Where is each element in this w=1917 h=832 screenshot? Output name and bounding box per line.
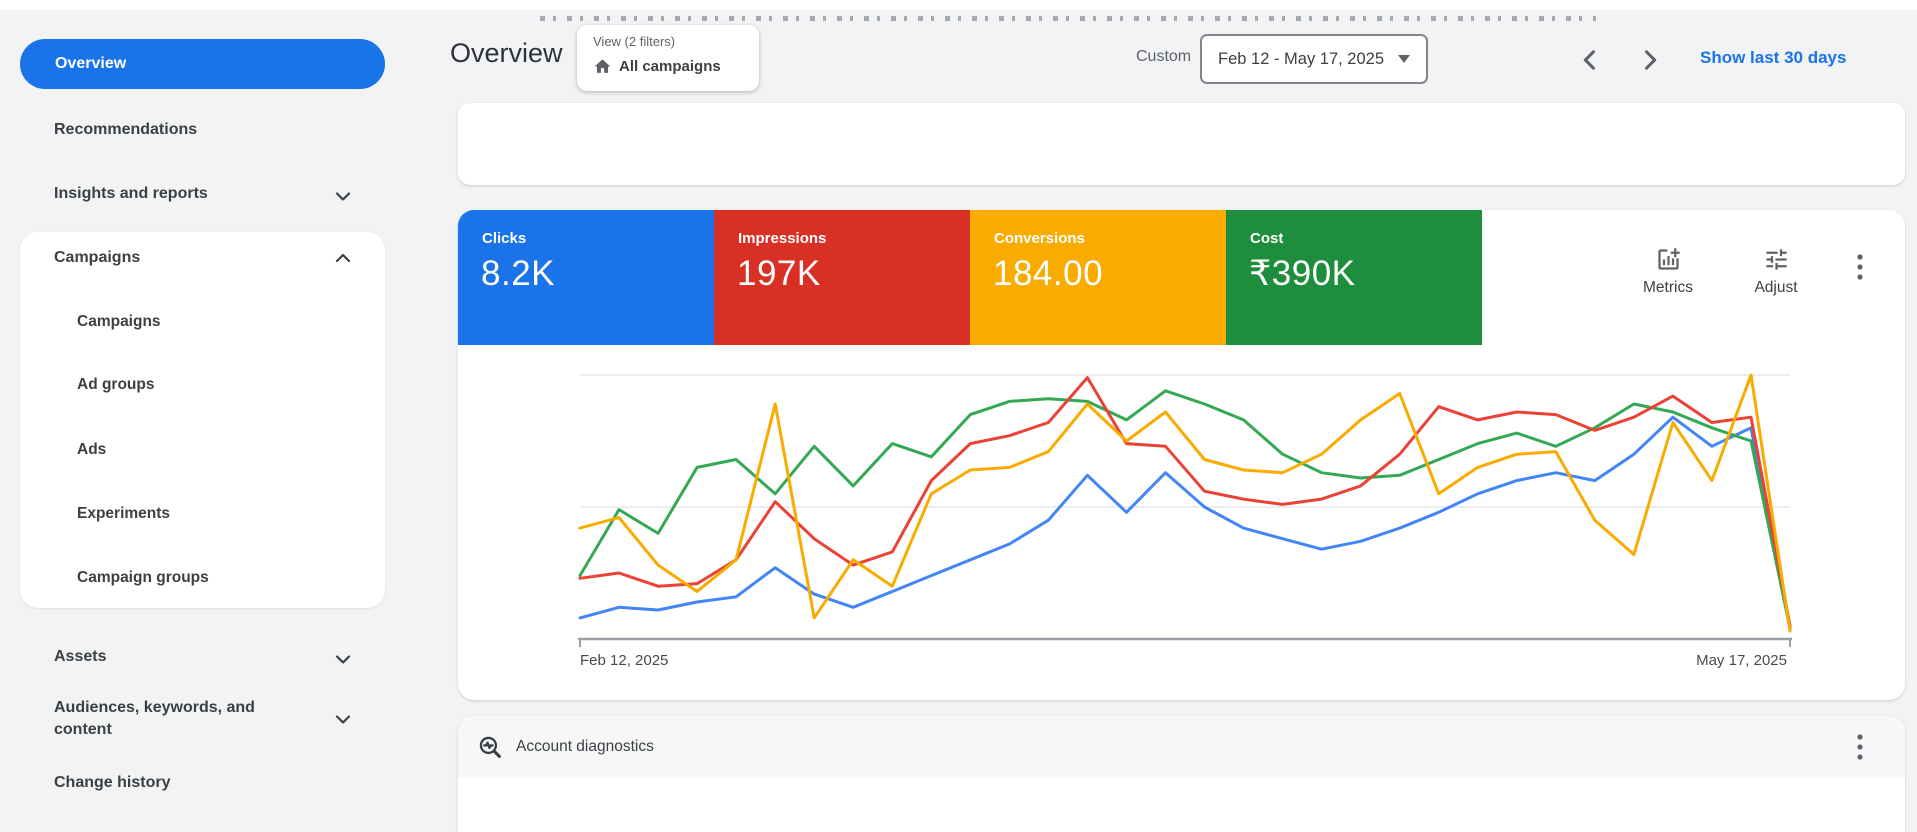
metric-tile-clicks[interactable]: Clicks 8.2K [458, 210, 714, 345]
previous-period-button[interactable] [1576, 46, 1604, 74]
view-filter-chip[interactable]: View (2 filters) All campaigns [577, 25, 759, 91]
tune-sliders-icon [1765, 249, 1787, 270]
google-ads-overview-page: Overview Recommendations Insights and re… [0, 0, 1917, 832]
chart-overflow-menu-button[interactable] [1848, 250, 1872, 284]
date-range-value: Feb 12 - May 17, 2025 [1218, 49, 1385, 68]
account-diagnostics-header[interactable]: Account diagnostics [458, 716, 1905, 778]
account-diagnostics-title: Account diagnostics [516, 738, 654, 755]
home-icon [594, 59, 611, 73]
page-title: Overview [450, 38, 563, 68]
sidebar-item-audiences-keywords-content[interactable]: Audiences, keywords, and content [54, 697, 266, 741]
metric-tile-impressions[interactable]: Impressions 197K [714, 210, 970, 345]
sidebar-item-assets[interactable]: Assets [54, 645, 106, 669]
dropdown-arrow-icon [1398, 55, 1410, 63]
view-filter-count: View (2 filters) [593, 34, 676, 49]
x-axis-start-label: Feb 12, 2025 [580, 652, 669, 669]
chevron-down-icon[interactable] [331, 707, 355, 731]
metrics-button[interactable]: Metrics [1626, 246, 1710, 297]
date-range-picker[interactable]: Feb 12 - May 17, 2025 [1200, 34, 1428, 84]
date-range-mode-label: Custom [1136, 48, 1192, 65]
sidebar-item-ads[interactable]: Ads [77, 438, 106, 462]
sidebar-item-campaigns-group[interactable]: Campaigns [54, 246, 140, 270]
performance-chart-card: Clicks 8.2K Impressions 197K Conversions… [458, 210, 1905, 700]
sidebar-item-experiments[interactable]: Experiments [77, 502, 170, 526]
sidebar-item-change-history[interactable]: Change history [54, 771, 170, 795]
metric-tile-conversions[interactable]: Conversions 184.00 [970, 210, 1226, 345]
x-axis-end-label: May 17, 2025 [1696, 652, 1787, 669]
diagnostics-overflow-menu-button[interactable] [1848, 730, 1872, 764]
sidebar-item-insights-and-reports[interactable]: Insights and reports [54, 182, 208, 206]
ai-feedback-bar: Google AI is experimental. Terms [458, 103, 1905, 263]
clipped-top-bar [0, 0, 1917, 10]
series-line-conversions [578, 373, 1792, 633]
chevron-down-icon[interactable] [331, 184, 355, 208]
sidebar-item-overview[interactable]: Overview [20, 39, 385, 89]
sidebar-item-label: Overview [55, 55, 127, 72]
chevron-down-icon[interactable] [331, 647, 355, 671]
account-diagnostics-card: Account diagnostics [458, 716, 1905, 832]
chevron-up-icon[interactable] [331, 246, 355, 270]
campaigns-nav-group: Campaigns Campaigns Ad groups Ads Experi… [20, 232, 385, 608]
sidebar-item-recommendations[interactable]: Recommendations [54, 118, 197, 142]
time-series-line-chart[interactable] [578, 373, 1792, 655]
next-period-button[interactable] [1636, 46, 1664, 74]
series-line-impressions [578, 376, 1792, 628]
clipped-text-fragments [540, 16, 1596, 21]
sidebar-item-campaigns[interactable]: Campaigns [77, 310, 161, 334]
show-last-30-days-link[interactable]: Show last 30 days [1700, 48, 1846, 68]
adjust-button[interactable]: Adjust [1734, 246, 1818, 297]
view-filter-value: All campaigns [619, 58, 721, 75]
sidebar-item-campaign-groups[interactable]: Campaign groups [77, 566, 209, 590]
metric-tile-cost[interactable]: Cost ₹390K [1226, 210, 1482, 345]
metrics-chart-plus-icon [1657, 248, 1680, 270]
diagnostics-pulse-search-icon [479, 736, 501, 758]
sidebar-item-ad-groups[interactable]: Ad groups [77, 373, 155, 397]
